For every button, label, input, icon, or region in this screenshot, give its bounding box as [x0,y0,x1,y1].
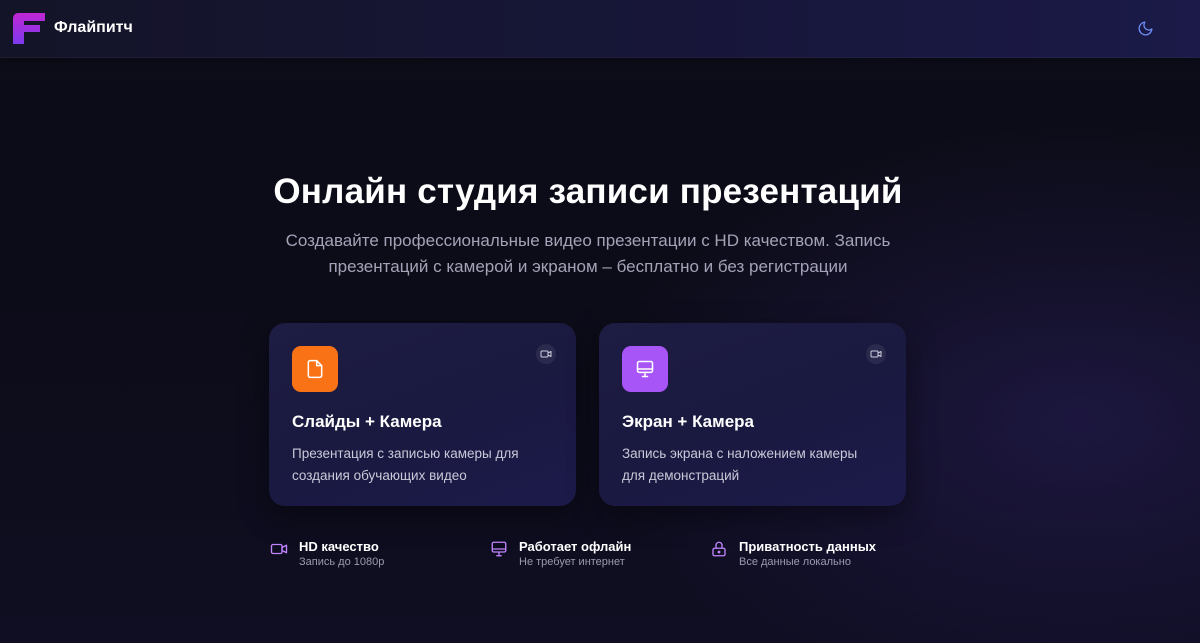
feature-title: HD качество [299,539,379,554]
card-icon-box [292,346,338,392]
monitor-icon [491,541,507,557]
card-title: Слайды + Камера [292,412,442,431]
page-title: Онлайн студия записи презентаций [273,172,903,211]
card-title: Экран + Камера [622,412,754,431]
video-camera-icon [270,543,288,555]
card-icon-box [622,346,668,392]
file-icon [307,359,323,379]
video-camera-icon [870,350,882,358]
top-bar: Флайпитч [0,0,1200,58]
card-badge [536,344,556,364]
brand-name[interactable]: Флайпитч [54,19,133,37]
feature-subtitle: Все данные локально [739,556,851,568]
page-subtitle: Создавайте профессиональные видео презен… [285,231,891,276]
card-slides-camera[interactable]: Слайды + Камера Презентация с записью ка… [269,323,576,506]
feature-subtitle: Запись до 1080p [299,556,385,568]
monitor-icon [636,360,654,378]
feature-subtitle: Не требует интернет [519,556,625,568]
card-description: Запись экрана с наложением камеры для де… [622,446,858,483]
feature-title: Приватность данных [739,539,877,554]
card-description: Презентация с записью камеры для создани… [292,446,519,483]
lock-icon [712,541,726,557]
card-badge [866,344,886,364]
video-camera-icon [540,350,552,358]
card-screen-camera[interactable]: Экран + Камера Запись экрана с наложение… [599,323,906,506]
moon-icon [1138,20,1153,35]
theme-toggle-button[interactable] [1130,13,1160,43]
feature-title: Работает офлайн [519,539,632,554]
brand-logo-icon[interactable] [13,13,45,44]
